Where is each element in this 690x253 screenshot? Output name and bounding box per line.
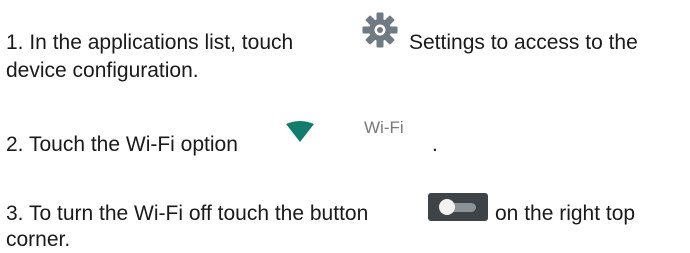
step-2-line-after: . <box>432 132 438 158</box>
toggle-switch-icon <box>428 193 488 221</box>
step-1-text-before: 1. In the applications list, touch <box>6 31 294 54</box>
settings-gear-icon <box>362 12 398 48</box>
step-1-text-after: Settings to access to the <box>409 31 638 54</box>
step-2-line: 2. Touch the Wi-Fi option <box>6 132 238 158</box>
wifi-triangle-icon <box>286 121 314 142</box>
step-3-line-1: 3. To turn the Wi-Fi off touch the butto… <box>6 201 368 227</box>
step-1-line-1-after: Settings to access to the <box>409 30 638 56</box>
step-3-text-after: on the right top <box>495 202 636 225</box>
step-3-text-before: 3. To turn the Wi-Fi off touch the butto… <box>6 202 369 225</box>
step-1-line-1: 1. In the applications list, touch <box>6 30 293 56</box>
step-1-line-2: device configuration. <box>6 58 199 84</box>
step-2-text-after: . <box>432 133 438 156</box>
step-1-text-continuation: device configuration. <box>6 59 199 82</box>
step-3-text-continuation: corner. <box>6 228 71 251</box>
step-2-text-before: 2. Touch the Wi-Fi option <box>6 133 238 156</box>
step-3-line-1-after: on the right top <box>495 201 635 227</box>
wifi-option-label: Wi-Fi <box>364 118 404 137</box>
step-3-line-2: corner. <box>6 227 70 253</box>
